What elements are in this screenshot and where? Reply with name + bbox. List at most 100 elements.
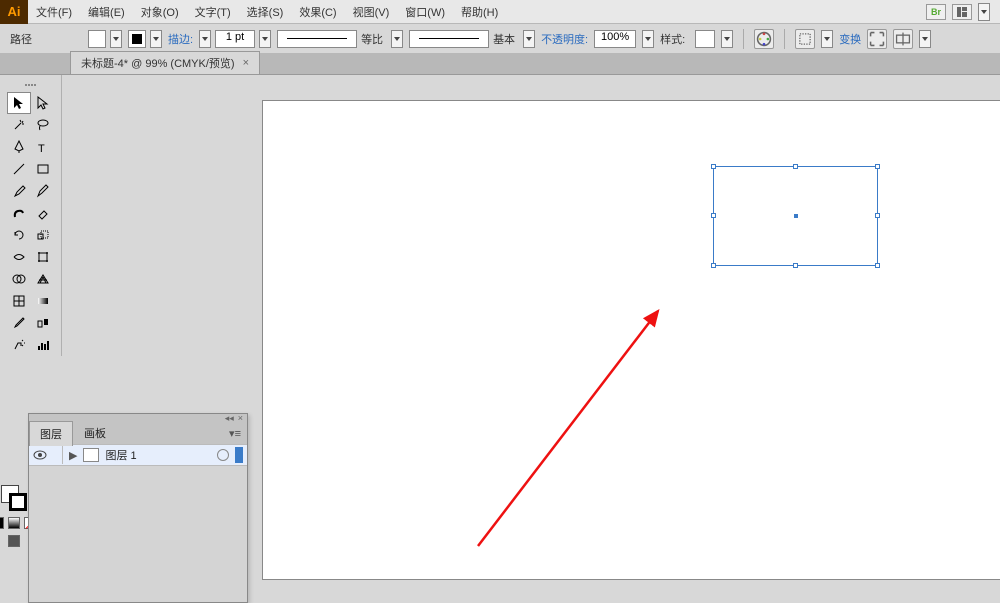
menu-help[interactable]: 帮助(H)	[453, 4, 506, 20]
stroke-swatch-large[interactable]	[9, 493, 27, 511]
toolbox: T	[0, 75, 62, 356]
handle-sw[interactable]	[711, 263, 716, 268]
brush-group[interactable]: 基本	[409, 30, 535, 48]
opacity-dropdown[interactable]	[642, 30, 654, 48]
mesh-tool[interactable]	[7, 290, 31, 312]
layer-name-label[interactable]: 图层 1	[105, 447, 211, 463]
perspective-grid-tool[interactable]	[31, 268, 55, 290]
handle-se[interactable]	[875, 263, 880, 268]
fill-swatch-dropdown[interactable]	[110, 30, 122, 48]
menu-edit[interactable]: 编辑(E)	[80, 4, 133, 20]
selection-tool[interactable]	[7, 92, 31, 114]
gradient-mode-icon[interactable]	[8, 517, 20, 529]
color-mode-icon[interactable]	[0, 517, 4, 529]
align-icon[interactable]	[795, 29, 815, 49]
magic-wand-tool[interactable]	[7, 114, 31, 136]
menu-effect[interactable]: 效果(C)	[291, 4, 344, 20]
extra-dropdown[interactable]	[919, 30, 931, 48]
stroke-swatch-group[interactable]	[128, 30, 162, 48]
eyedropper-tool[interactable]	[7, 312, 31, 334]
eraser-tool[interactable]	[31, 202, 55, 224]
isolate-icon[interactable]	[867, 29, 887, 49]
extra-icon[interactable]	[893, 29, 913, 49]
menu-window[interactable]: 窗口(W)	[397, 4, 453, 20]
profile-dropdown[interactable]	[391, 30, 403, 48]
style-swatch[interactable]	[695, 30, 715, 48]
draw-normal-icon[interactable]	[8, 535, 20, 547]
layer-row[interactable]: ▶ 图层 1	[29, 444, 247, 466]
menu-select[interactable]: 选择(S)	[239, 4, 292, 20]
doc-tab-bar: 未标题-4* @ 99% (CMYK/预览) ×	[0, 54, 1000, 75]
tab-layers[interactable]: 图层	[29, 421, 73, 446]
handle-n[interactable]	[793, 164, 798, 169]
width-tool[interactable]	[7, 246, 31, 268]
layer-selection-indicator[interactable]	[235, 447, 243, 463]
transform-link[interactable]: 变换	[839, 31, 861, 47]
gradient-tool[interactable]	[31, 290, 55, 312]
stroke-weight-dropdown[interactable]	[259, 30, 271, 48]
line-tool[interactable]	[7, 158, 31, 180]
fill-swatch-group[interactable]	[88, 30, 122, 48]
handle-s[interactable]	[793, 263, 798, 268]
type-tool[interactable]: T	[31, 136, 55, 158]
blend-tool[interactable]	[31, 312, 55, 334]
brush-dropdown[interactable]	[523, 30, 535, 48]
layer-lock-area[interactable]	[53, 446, 63, 464]
menu-object[interactable]: 对象(O)	[133, 4, 187, 20]
main-area: T	[0, 75, 1000, 583]
direct-selection-tool[interactable]	[31, 92, 55, 114]
fill-swatch[interactable]	[88, 30, 106, 48]
stroke-weight-input[interactable]: 1 pt	[215, 30, 255, 48]
pen-tool[interactable]	[7, 136, 31, 158]
doc-tab[interactable]: 未标题-4* @ 99% (CMYK/预览) ×	[70, 51, 260, 74]
free-transform-tool[interactable]	[31, 246, 55, 268]
menu-file[interactable]: 文件(F)	[28, 4, 80, 20]
selected-rectangle[interactable]	[713, 166, 878, 266]
tab-artboards[interactable]: 画板	[73, 420, 117, 446]
pencil-tool[interactable]	[31, 180, 55, 202]
scale-tool[interactable]	[31, 224, 55, 246]
fill-stroke-swatches[interactable]	[1, 485, 27, 511]
artboard[interactable]	[262, 100, 1000, 580]
toolbox-grip[interactable]	[16, 81, 46, 89]
opacity-label-link[interactable]: 不透明度:	[541, 31, 588, 47]
handle-ne[interactable]	[875, 164, 880, 169]
bridge-button[interactable]: Br	[926, 4, 946, 20]
blob-brush-tool[interactable]	[7, 202, 31, 224]
style-dropdown[interactable]	[721, 30, 733, 48]
layer-expand-icon[interactable]: ▶	[69, 449, 77, 462]
stroke-label-link[interactable]: 描边:	[168, 31, 193, 47]
stroke-decrease[interactable]	[199, 30, 211, 48]
layer-thumbnail[interactable]	[83, 448, 99, 462]
stroke-profile[interactable]	[277, 30, 357, 48]
column-graph-tool[interactable]	[31, 334, 55, 356]
menu-view[interactable]: 视图(V)	[345, 4, 398, 20]
stroke-swatch-dropdown[interactable]	[150, 30, 162, 48]
handle-nw[interactable]	[711, 164, 716, 169]
options-bar: 路径 描边: 1 pt 等比 基本 不透明度: 100% 样式: 变换	[0, 24, 1000, 54]
layers-panel: ◂◂ × 图层 画板 ▾≡ ▶ 图层 1	[28, 413, 248, 603]
paintbrush-tool[interactable]	[7, 180, 31, 202]
rotate-tool[interactable]	[7, 224, 31, 246]
arrange-dropdown[interactable]	[978, 3, 990, 21]
doc-tab-close-icon[interactable]: ×	[243, 57, 249, 69]
align-dropdown[interactable]	[821, 30, 833, 48]
shape-builder-tool[interactable]	[7, 268, 31, 290]
panel-menu-icon[interactable]: ▾≡	[223, 427, 247, 440]
symbol-sprayer-tool[interactable]	[7, 334, 31, 356]
layer-target-icon[interactable]	[217, 449, 229, 461]
brush-def[interactable]	[409, 30, 489, 48]
layer-visibility-icon[interactable]	[33, 448, 47, 462]
arrange-docs-button[interactable]	[952, 4, 972, 20]
panel-collapse-icon[interactable]: ◂◂	[225, 413, 234, 424]
profile-group[interactable]: 等比	[277, 30, 403, 48]
handle-e[interactable]	[875, 213, 880, 218]
panel-close-icon[interactable]: ×	[238, 413, 243, 423]
recolor-icon[interactable]	[754, 29, 774, 49]
menu-type[interactable]: 文字(T)	[187, 4, 239, 20]
stroke-swatch[interactable]	[128, 30, 146, 48]
lasso-tool[interactable]	[31, 114, 55, 136]
rectangle-tool[interactable]	[31, 158, 55, 180]
opacity-input[interactable]: 100%	[594, 30, 636, 48]
handle-w[interactable]	[711, 213, 716, 218]
